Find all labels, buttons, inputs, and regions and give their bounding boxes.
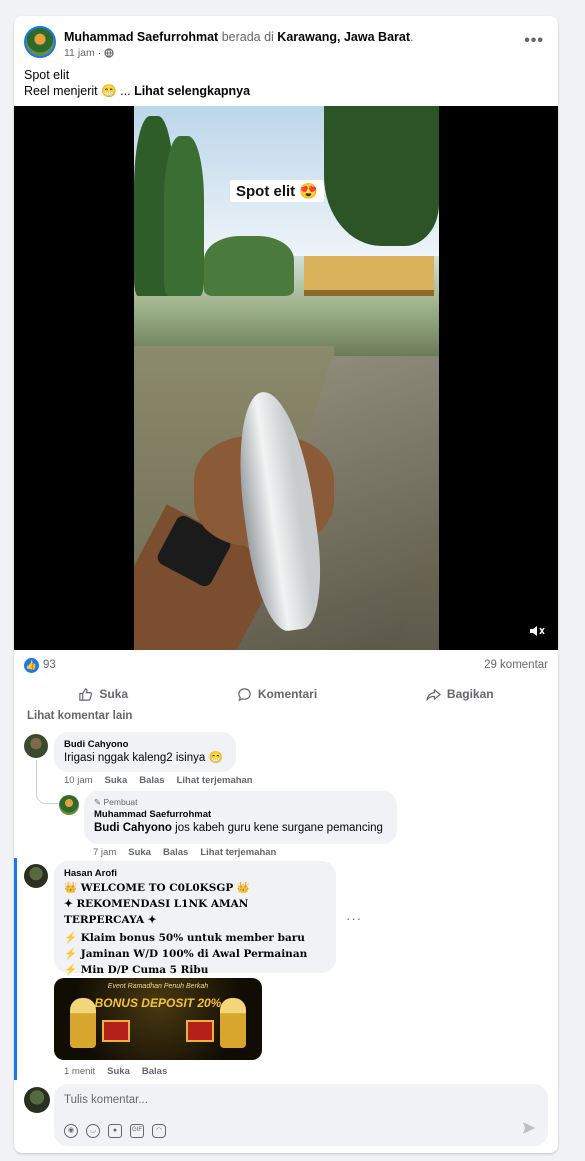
commenter-avatar[interactable] bbox=[24, 734, 48, 758]
commenter-avatar[interactable] bbox=[24, 864, 48, 888]
reply-mention[interactable]: Budi Cahyono bbox=[94, 822, 172, 834]
post-header: Muhammad Saefurrohmat berada di Karawang… bbox=[24, 26, 548, 66]
comment-translate-link[interactable]: Lihat terjemahan bbox=[177, 775, 253, 786]
reply-translate-link[interactable]: Lihat terjemahan bbox=[200, 847, 276, 858]
share-button-label: Bagikan bbox=[446, 687, 494, 701]
location-link[interactable]: Karawang, Jawa Barat bbox=[277, 30, 410, 44]
reply-text-body: jos kabeh guru kene surgane pemancing bbox=[171, 822, 383, 834]
comment-options-icon[interactable]: ··· bbox=[346, 911, 362, 926]
video-player[interactable]: Spot elit 😍 bbox=[14, 106, 558, 650]
comment-image[interactable]: Event Ramadhan Penuh Berkah BONUS DEPOSI… bbox=[54, 978, 262, 1060]
share-button[interactable]: Bagikan bbox=[426, 687, 494, 702]
user-avatar[interactable] bbox=[24, 1087, 50, 1113]
gif-icon[interactable]: GIF bbox=[130, 1124, 144, 1138]
view-more-comments-link[interactable]: Lihat komentar lain bbox=[27, 710, 132, 722]
post-stats: 👍 93 29 komentar bbox=[24, 658, 548, 678]
camera-icon[interactable]: ● bbox=[108, 1124, 122, 1138]
share-icon bbox=[426, 688, 441, 701]
meta-separator: · bbox=[97, 47, 102, 59]
like-reaction-icon[interactable]: 👍 bbox=[24, 658, 39, 673]
reply-reply-button[interactable]: Balas bbox=[163, 847, 188, 858]
comment-bubble: Hasan Arofi 👑 WELCOME TO C0L0KSGP 👑 ✦ RE… bbox=[54, 861, 336, 976]
author-avatar[interactable] bbox=[24, 26, 56, 58]
comment-bubble: Budi Cahyono Irigasi nggak kaleng2 isiny… bbox=[54, 732, 236, 772]
comment-line: ✦ REKOMENDASI L1NK AMAN TERPERCAYA ✦ bbox=[64, 898, 249, 926]
video-overlay-text: Spot elit 😍 bbox=[230, 180, 325, 202]
author-badge-label: Pembuat bbox=[103, 797, 138, 807]
comment-like-button[interactable]: Suka bbox=[107, 1066, 130, 1077]
video-tree-mid bbox=[204, 236, 294, 296]
avatar-sticker-icon[interactable]: ◉ bbox=[64, 1124, 78, 1138]
banner-subtitle: Event Ramadhan Penuh Berkah bbox=[107, 983, 209, 990]
reply-meta: 7 jam Suka Balas Lihat terjemahan bbox=[93, 847, 276, 858]
see-more-link[interactable]: Lihat selengkapnya bbox=[134, 84, 250, 98]
reply-thread-line bbox=[36, 760, 58, 804]
location-suffix: . bbox=[410, 30, 414, 44]
caption-line-2: Reel menjerit 😁 ... Lihat selengkapnya bbox=[24, 83, 250, 99]
reply-author-avatar[interactable] bbox=[59, 795, 79, 815]
post-time[interactable]: 11 jam bbox=[64, 47, 95, 59]
banner-figure-left bbox=[70, 998, 96, 1048]
send-icon[interactable] bbox=[522, 1121, 536, 1138]
author-line: Muhammad Saefurrohmat berada di Karawang… bbox=[64, 29, 413, 45]
banner-box-left bbox=[102, 1020, 130, 1042]
author-name[interactable]: Muhammad Saefurrohmat bbox=[64, 30, 218, 44]
mute-icon[interactable] bbox=[528, 622, 546, 640]
thumbs-up-icon bbox=[79, 687, 93, 701]
reply-bubble: ✎ Pembuat Muhammad Saefurrohmat Budi Cah… bbox=[84, 791, 397, 844]
like-count[interactable]: 93 bbox=[43, 659, 56, 671]
comment-line: ⚡ Min D/P Cuma 5 Ribu bbox=[64, 964, 209, 976]
comment-line: ⚡ Klaim bonus 50% untuk member baru bbox=[64, 932, 305, 944]
emoji-icon[interactable]: ◡ bbox=[86, 1124, 100, 1138]
video-tree-left-2 bbox=[164, 136, 204, 296]
comment-reply-button[interactable]: Balas bbox=[142, 1066, 167, 1077]
reply-time[interactable]: 7 jam bbox=[93, 847, 116, 858]
comment-button[interactable]: Komentari bbox=[237, 687, 317, 702]
more-options-icon[interactable]: ••• bbox=[524, 32, 544, 50]
author-badge: ✎ Pembuat bbox=[94, 797, 387, 808]
video-building bbox=[304, 256, 434, 296]
caption-line-1: Spot elit bbox=[24, 68, 70, 82]
comment-line: 👑 WELCOME TO C0L0KSGP 👑 bbox=[64, 882, 250, 894]
globe-icon bbox=[104, 48, 114, 58]
video-tree-right bbox=[324, 106, 439, 246]
reply-text: Budi Cahyono jos kabeh guru kene surgane… bbox=[94, 821, 387, 836]
comment-time[interactable]: 10 jam bbox=[64, 775, 93, 786]
reply-author-name[interactable]: Muhammad Saefurrohmat bbox=[94, 808, 387, 821]
like-button[interactable]: Suka bbox=[78, 687, 128, 702]
reply-like-button[interactable]: Suka bbox=[128, 847, 151, 858]
post-card: Muhammad Saefurrohmat berada di Karawang… bbox=[14, 16, 558, 1153]
comment-input-placeholder[interactable]: Tulis komentar... bbox=[64, 1094, 148, 1106]
comment-button-label: Komentari bbox=[257, 687, 318, 701]
comment-icon bbox=[238, 687, 251, 701]
comment-reply-button[interactable]: Balas bbox=[139, 775, 164, 786]
post-caption: Spot elit Reel menjerit 😁 ... Lihat sele… bbox=[24, 67, 250, 99]
comment-like-button[interactable]: Suka bbox=[105, 775, 128, 786]
comment-text: Irigasi nggak kaleng2 isinya 😁 bbox=[64, 752, 223, 764]
post-meta: 11 jam · bbox=[64, 47, 114, 59]
comment-line: ⚡ Jaminan W/D 100% di Awal Permainan bbox=[64, 948, 308, 960]
like-button-label: Suka bbox=[99, 687, 129, 701]
commenter-name[interactable]: Hasan Arofi bbox=[64, 867, 326, 880]
banner-box-right bbox=[186, 1020, 214, 1042]
comment-meta: 10 jam Suka Balas Lihat terjemahan bbox=[64, 775, 253, 786]
location-prefix: berada di bbox=[221, 30, 274, 44]
post-actions: Suka Komentari Bagikan bbox=[24, 678, 548, 710]
comment-count[interactable]: 29 komentar bbox=[484, 659, 548, 671]
composer-tools: ◉ ◡ ● GIF ◠ bbox=[64, 1124, 166, 1138]
comment-composer[interactable]: Tulis komentar... ◉ ◡ ● GIF ◠ bbox=[54, 1084, 548, 1146]
banner-figure-right bbox=[220, 998, 246, 1048]
sticker-icon[interactable]: ◠ bbox=[152, 1124, 166, 1138]
pencil-icon: ✎ bbox=[94, 797, 102, 807]
comment-meta: 1 menit Suka Balas bbox=[64, 1066, 167, 1077]
video-frame: Spot elit 😍 bbox=[134, 106, 439, 650]
caption-line-2-text: Reel menjerit 😁 ... bbox=[24, 84, 131, 98]
comment-time[interactable]: 1 menit bbox=[64, 1066, 95, 1077]
commenter-name[interactable]: Budi Cahyono bbox=[64, 738, 226, 751]
highlight-bar bbox=[14, 858, 17, 1080]
